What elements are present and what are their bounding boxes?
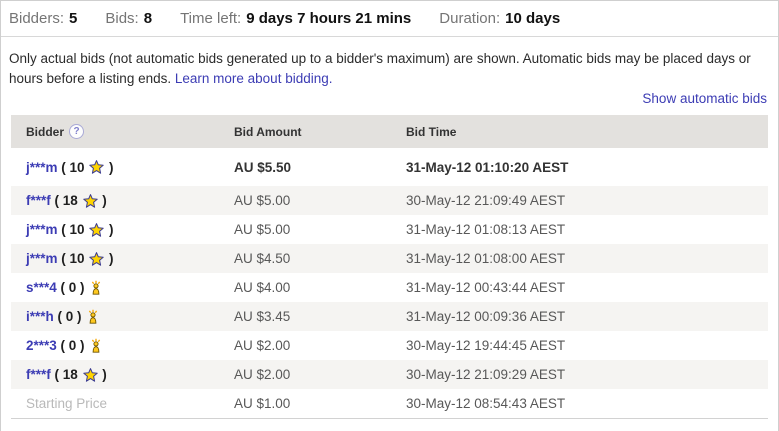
- feedback-close-paren: ): [99, 367, 107, 382]
- notice-body: Only actual bids (not automatic bids gen…: [9, 51, 751, 86]
- bid-amount-column-header: Bid Amount: [229, 125, 401, 139]
- bid-amount: AU $4.50: [229, 251, 401, 266]
- auction-summary-bar: Bidders: 5 Bids: 8 Time left: 9 days 7 h…: [1, 1, 778, 37]
- bid-time: 31-May-12 00:43:44 AEST: [401, 280, 768, 295]
- bidder-cell: j***m ( 10 ): [11, 222, 229, 237]
- feedback-close-paren: ): [105, 251, 113, 266]
- new-member-icon: [86, 309, 100, 324]
- bid-time: 31-May-12 00:09:36 AEST: [401, 309, 768, 324]
- bid-time: 31-May-12 01:10:20 AEST: [401, 160, 768, 175]
- bids-value: 8: [144, 10, 152, 27]
- duration-label: Duration:: [439, 10, 500, 27]
- bidder-link[interactable]: f***f: [26, 193, 51, 208]
- time-left-summary: Time left: 9 days 7 hours 21 mins: [180, 10, 411, 27]
- bid-time-column-header: Bid Time: [401, 125, 768, 139]
- bidder-header-label: Bidder: [26, 125, 64, 139]
- duration-summary: Duration: 10 days: [439, 10, 560, 27]
- feedback-count: ( 10: [58, 222, 89, 237]
- bidders-value: 5: [69, 10, 77, 27]
- star-icon: [89, 223, 104, 237]
- bidder-cell: Starting Price: [11, 396, 229, 411]
- bidder-link[interactable]: i***h: [26, 309, 54, 324]
- feedback-count: ( 10: [58, 251, 89, 266]
- bidder-link[interactable]: s***4: [26, 280, 57, 295]
- bidders-summary: Bidders: 5: [9, 10, 77, 27]
- table-row: s***4 ( 0 ) AU $4.0031-May-12 00:43:44 A…: [11, 273, 768, 302]
- bid-history-table: Bidder ? Bid Amount Bid Time j***m ( 10 …: [11, 115, 768, 419]
- feedback-close-paren: ): [99, 193, 107, 208]
- bids-label: Bids:: [105, 10, 138, 27]
- bid-amount: AU $2.00: [229, 367, 401, 382]
- bid-amount: AU $3.45: [229, 309, 401, 324]
- bid-table-body: j***m ( 10 )AU $5.5031-May-12 01:10:20 A…: [11, 148, 768, 418]
- bidder-link[interactable]: 2***3: [26, 338, 57, 353]
- bidder-cell: i***h ( 0 ): [11, 309, 229, 324]
- show-automatic-bids-wrap: Show automatic bids: [1, 88, 778, 106]
- feedback-close-paren: ): [105, 222, 113, 237]
- table-row: j***m ( 10 )AU $5.0031-May-12 01:08:13 A…: [11, 215, 768, 244]
- star-icon: [83, 194, 98, 208]
- bid-amount: AU $5.00: [229, 193, 401, 208]
- bids-summary: Bids: 8: [105, 10, 152, 27]
- table-header-row: Bidder ? Bid Amount Bid Time: [11, 115, 768, 148]
- new-member-icon: [89, 338, 103, 353]
- bidder-link[interactable]: j***m: [26, 251, 58, 266]
- bidder-column-header: Bidder ?: [11, 124, 229, 139]
- bid-amount: AU $2.00: [229, 338, 401, 353]
- feedback-count: ( 0 ): [54, 309, 86, 324]
- bidder-cell: f***f ( 18 ): [11, 193, 229, 208]
- bid-time: 31-May-12 01:08:00 AEST: [401, 251, 768, 266]
- show-automatic-bids-link[interactable]: Show automatic bids: [642, 91, 767, 106]
- feedback-count: ( 0 ): [57, 280, 89, 295]
- star-icon: [89, 252, 104, 266]
- feedback-count: ( 0 ): [57, 338, 89, 353]
- table-row: j***m ( 10 )AU $4.5031-May-12 01:08:00 A…: [11, 244, 768, 273]
- bid-amount: AU $5.50: [229, 160, 401, 175]
- bid-time: 30-May-12 19:44:45 AEST: [401, 338, 768, 353]
- starting-price-label: Starting Price: [26, 396, 107, 411]
- table-row: f***f ( 18 )AU $2.0030-May-12 21:09:29 A…: [11, 360, 768, 389]
- table-row: f***f ( 18 )AU $5.0030-May-12 21:09:49 A…: [11, 186, 768, 215]
- star-icon: [89, 160, 104, 174]
- time-left-value: 9 days 7 hours 21 mins: [246, 10, 411, 27]
- feedback-count: ( 18: [51, 193, 82, 208]
- bidder-link[interactable]: j***m: [26, 222, 58, 237]
- bidder-cell: j***m ( 10 ): [11, 251, 229, 266]
- help-icon[interactable]: ?: [69, 124, 84, 139]
- bidder-link[interactable]: j***m: [26, 160, 58, 175]
- bid-time: 30-May-12 08:54:43 AEST: [401, 396, 768, 411]
- table-row: j***m ( 10 )AU $5.5031-May-12 01:10:20 A…: [11, 148, 768, 186]
- table-row: 2***3 ( 0 ) AU $2.0030-May-12 19:44:45 A…: [11, 331, 768, 360]
- bidders-label: Bidders:: [9, 10, 64, 27]
- feedback-count: ( 10: [58, 160, 89, 175]
- time-left-label: Time left:: [180, 10, 241, 27]
- feedback-count: ( 18: [51, 367, 82, 382]
- new-member-icon: [89, 280, 103, 295]
- bids-notice-text: Only actual bids (not automatic bids gen…: [1, 37, 778, 88]
- bid-time: 30-May-12 21:09:29 AEST: [401, 367, 768, 382]
- bidder-cell: j***m ( 10 ): [11, 160, 229, 175]
- star-icon: [83, 368, 98, 382]
- bid-amount: AU $4.00: [229, 280, 401, 295]
- bidder-cell: 2***3 ( 0 ): [11, 338, 229, 353]
- bid-amount: AU $1.00: [229, 396, 401, 411]
- bidder-link[interactable]: f***f: [26, 367, 51, 382]
- duration-value: 10 days: [505, 10, 560, 27]
- bid-time: 30-May-12 21:09:49 AEST: [401, 193, 768, 208]
- table-row: Starting Price AU $1.0030-May-12 08:54:43…: [11, 389, 768, 418]
- table-row: i***h ( 0 ) AU $3.4531-May-12 00:09:36 A…: [11, 302, 768, 331]
- bid-amount: AU $5.00: [229, 222, 401, 237]
- bid-time: 31-May-12 01:08:13 AEST: [401, 222, 768, 237]
- learn-more-link[interactable]: Learn more about bidding.: [175, 71, 333, 86]
- bid-history-page: Bidders: 5 Bids: 8 Time left: 9 days 7 h…: [0, 0, 779, 431]
- bidder-cell: f***f ( 18 ): [11, 367, 229, 382]
- feedback-close-paren: ): [105, 160, 113, 175]
- bidder-cell: s***4 ( 0 ): [11, 280, 229, 295]
